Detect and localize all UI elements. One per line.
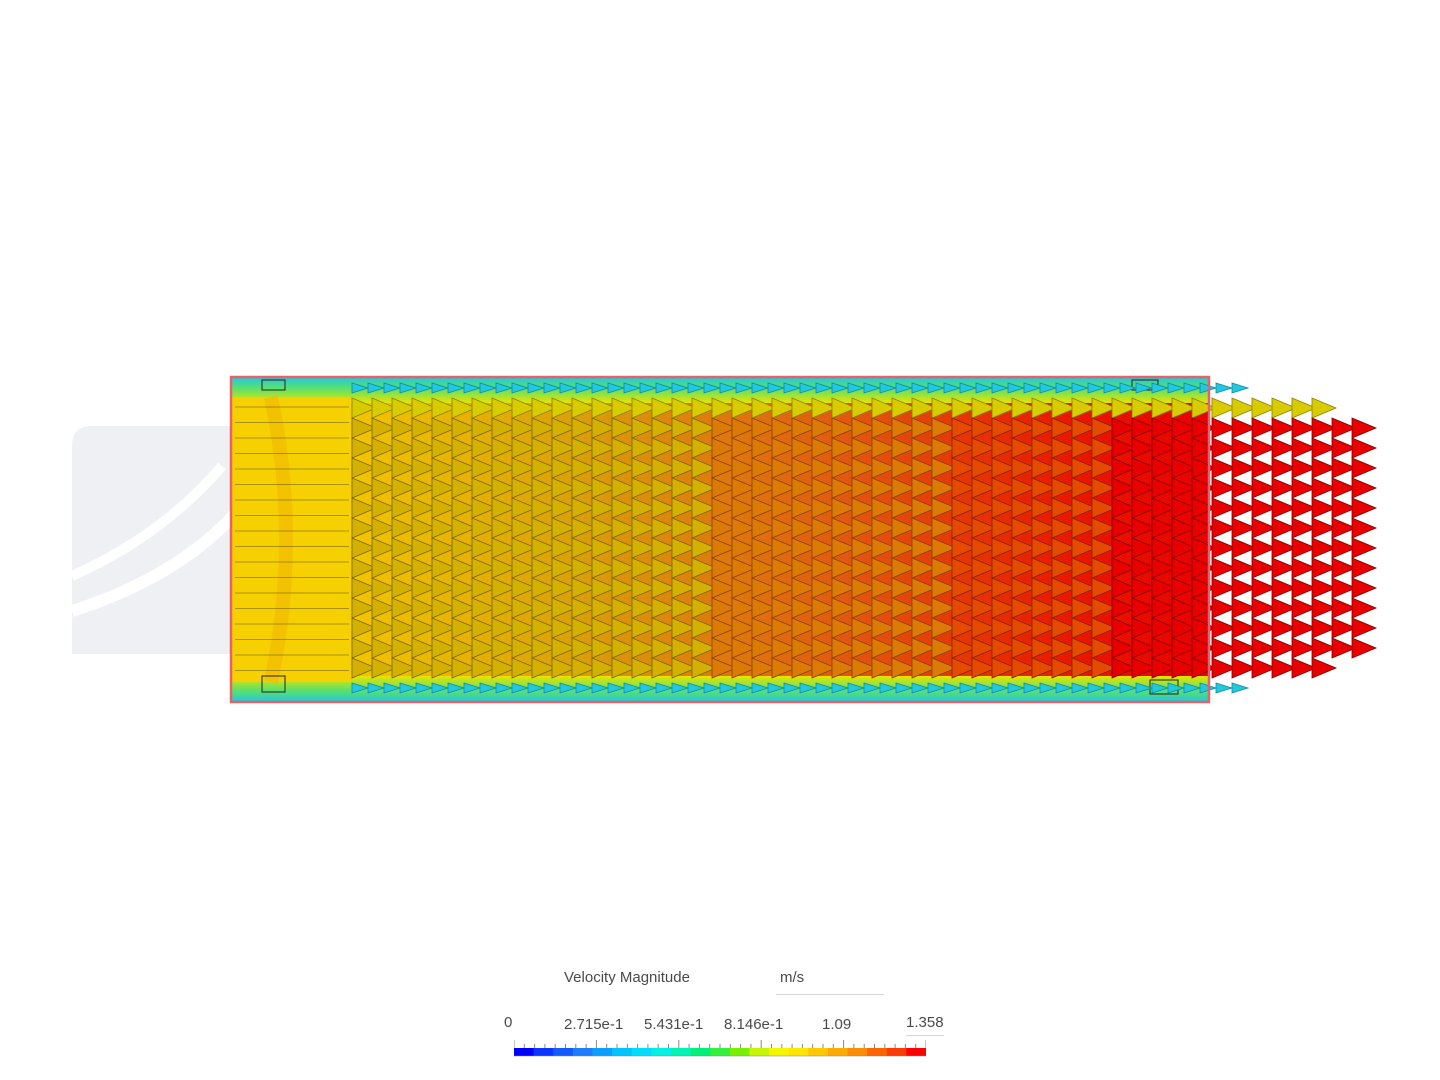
- legend-color-segment: [690, 1048, 711, 1056]
- velocity-arrow: [1351, 457, 1378, 479]
- legend-tick-label: 1.09: [822, 1016, 852, 1033]
- velocity-arrow: [1351, 557, 1378, 579]
- legend-color-segment: [729, 1048, 750, 1056]
- velocity-arrow: [1351, 537, 1378, 559]
- velocity-arrow: [1351, 577, 1378, 599]
- legend-color-segment: [808, 1048, 829, 1056]
- legend-color-segment: [553, 1048, 574, 1056]
- legend-tick-label: 8.146e-1: [724, 1016, 784, 1033]
- legend-color-segment: [651, 1048, 672, 1056]
- velocity-arrow: [1215, 382, 1234, 394]
- legend-tick-label: 5.431e-1: [644, 1016, 704, 1033]
- velocity-arrow: [1351, 477, 1378, 499]
- legend-color-segment: [592, 1048, 613, 1056]
- velocity-arrow: [1351, 417, 1378, 439]
- legend-color-segment: [612, 1048, 633, 1056]
- velocity-arrow: [1351, 497, 1378, 519]
- velocity-arrow: [1351, 437, 1378, 459]
- legend-color-segment: [769, 1048, 790, 1056]
- legend-color-segment: [867, 1048, 888, 1056]
- legend-color-segment: [906, 1048, 927, 1056]
- velocity-arrow: [1215, 682, 1234, 694]
- legend-color-segment: [670, 1048, 692, 1056]
- simulation-scene[interactable]: [0, 0, 1440, 1080]
- velocity-arrow: [1351, 637, 1378, 659]
- velocity-arrow: [1231, 382, 1250, 394]
- legend-tick-label: 1.358: [906, 1014, 944, 1036]
- legend-color-scale: [513, 1040, 927, 1060]
- legend-color-segment: [514, 1048, 535, 1056]
- legend-title: Velocity Magnitude: [564, 969, 690, 986]
- legend-color-segment: [572, 1048, 593, 1056]
- legend-color-segment: [710, 1048, 731, 1056]
- legend-color-segment: [827, 1048, 849, 1056]
- legend-color-segment: [631, 1048, 652, 1056]
- velocity-arrow: [1351, 517, 1378, 539]
- legend-tick-label: 2.715e-1: [564, 1016, 624, 1033]
- velocity-arrow: [1351, 597, 1378, 619]
- velocity-arrow: [1351, 617, 1378, 639]
- velocity-arrow: [1311, 657, 1338, 679]
- legend-color-segment: [847, 1048, 868, 1056]
- legend-unit[interactable]: m/s: [776, 969, 884, 995]
- velocity-arrow: [1231, 682, 1250, 694]
- legend-color-segment: [533, 1048, 554, 1056]
- legend-tick-label: 0: [504, 1014, 513, 1031]
- legend-color-segment: [749, 1048, 770, 1056]
- legend-color-segment: [788, 1048, 809, 1056]
- color-legend[interactable]: Velocity Magnitude m/s 0 2.715e-1 5.431e-1…: [496, 960, 966, 1070]
- legend-color-segment: [886, 1048, 907, 1056]
- viewport[interactable]: Velocity Magnitude m/s 0 2.715e-1 5.431e-1…: [0, 0, 1440, 1080]
- velocity-arrow: [1311, 397, 1338, 419]
